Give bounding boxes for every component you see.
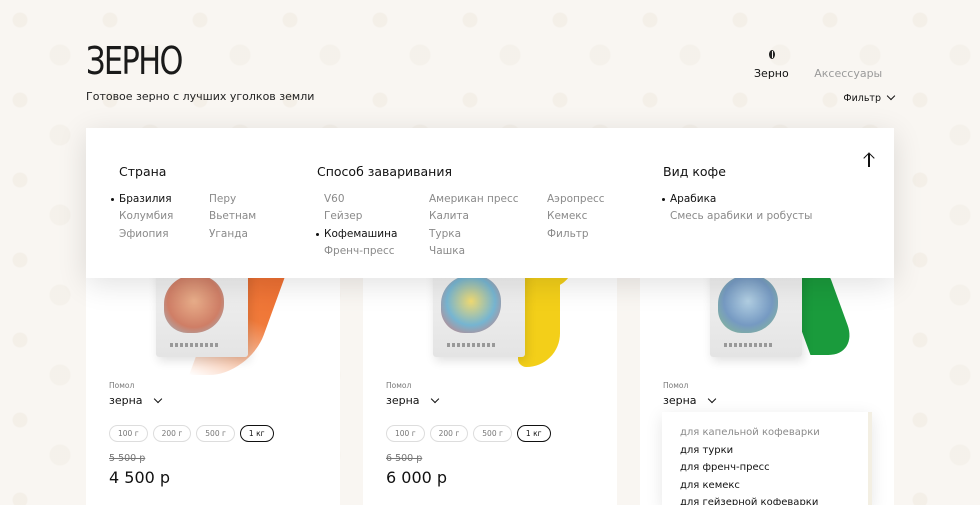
arrow-up-icon-head	[863, 152, 875, 164]
filter-panel: Страна Бразилия Колумбия Эфиопия Перу Вь…	[86, 128, 894, 278]
price: 6 000 р	[386, 468, 448, 487]
filter-option-colombia[interactable]: Колумбия	[111, 208, 173, 225]
weight-options: 100 г 200 г 500 г1 кг	[109, 421, 279, 442]
chevron-down-icon	[430, 394, 439, 404]
filter-group-coffee-type: Вид кофе Арабика Смесь арабики и робусты	[662, 164, 812, 222]
filter-group-brew-method: Способ заваривания V60 Гейзер Кофемашина…	[316, 164, 605, 257]
grind-option-geyser[interactable]: для гейзерной кофеварки	[662, 494, 868, 505]
filter-group-title: Вид кофе	[663, 164, 726, 179]
filter-option-arabica[interactable]: Арабика	[662, 191, 812, 208]
chevron-down-icon	[707, 394, 716, 404]
old-price: 6 500 р	[386, 453, 423, 464]
tab-accessories[interactable]: Аксессуары	[814, 67, 882, 80]
filter-option-vietnam[interactable]: Вьетнам	[201, 208, 256, 225]
page-title: ЗЕРНО	[86, 39, 183, 83]
tab-beans[interactable]: Зерно	[754, 67, 789, 80]
old-price: 5 500 р	[109, 453, 146, 464]
filter-option-turka[interactable]: Турка	[421, 226, 519, 243]
grind-option-french-press[interactable]: для френч-пресс	[662, 459, 868, 477]
grind-dropdown-list: для капельной кофеварки для турки для фр…	[662, 412, 872, 505]
coffee-bag-image	[710, 265, 802, 357]
nav-tabs: Зерно Аксессуары	[754, 67, 904, 80]
grind-label: Помол	[386, 381, 412, 390]
product-card[interactable]: Помол зерна 100 г 200 г 500 г1 кг 6 500 р …	[363, 255, 617, 505]
filter-option-geyser[interactable]: Гейзер	[316, 208, 397, 225]
filter-option-arabica-robusta-blend[interactable]: Смесь арабики и робусты	[662, 208, 812, 225]
filter-option-v60[interactable]: V60	[316, 191, 397, 208]
grind-label: Помол	[663, 381, 689, 390]
coffee-bean-icon	[769, 50, 775, 59]
filter-option-ethiopia[interactable]: Эфиопия	[111, 226, 173, 243]
weight-option-500g[interactable]: 500 г	[196, 425, 235, 442]
filter-option-cup[interactable]: Чашка	[421, 243, 519, 260]
coffee-bag-image	[156, 265, 248, 357]
filter-option-filter[interactable]: Фильтр	[539, 226, 605, 243]
grind-option-drip[interactable]: для капельной кофеварки	[662, 424, 868, 442]
filter-option-french-press[interactable]: Френч-пресс	[316, 243, 397, 260]
page-subtitle: Готовое зерно с лучших уголков земли	[86, 90, 315, 103]
filter-toggle-label: Фильтр	[843, 93, 881, 104]
filter-option-peru[interactable]: Перу	[201, 191, 256, 208]
weight-option-200g[interactable]: 200 г	[429, 425, 469, 442]
weight-option-200g[interactable]: 200 г	[152, 425, 192, 442]
filter-group-title: Страна	[119, 164, 167, 179]
filter-option-chemex[interactable]: Кемекс	[539, 208, 605, 225]
filter-option-brazil[interactable]: Бразилия	[111, 191, 173, 208]
coffee-bag-image	[433, 265, 525, 357]
filter-group-title: Способ заваривания	[317, 164, 452, 179]
filter-option-american-press[interactable]: Американ пресс	[421, 191, 519, 208]
filter-option-kalita[interactable]: Калита	[421, 208, 519, 225]
chevron-down-icon	[886, 91, 896, 101]
grind-select[interactable]: зерна	[109, 394, 162, 407]
grind-value: зерна	[109, 394, 143, 407]
filter-toggle-button[interactable]: Фильтр	[843, 91, 896, 104]
filter-group-country: Страна Бразилия Колумбия Эфиопия Перу Вь…	[111, 164, 256, 240]
weight-options: 100 г 200 г 500 г1 кг	[386, 421, 556, 442]
price: 4 500 р	[109, 468, 171, 487]
grind-option-turka[interactable]: для турки	[662, 442, 868, 460]
filter-option-uganda[interactable]: Уганда	[201, 226, 256, 243]
weight-option-100g[interactable]: 100 г	[386, 425, 425, 442]
brand-header: ЗЕРНО Готовое зерно с лучших уголков зем…	[86, 40, 314, 103]
filter-option-espresso-machine[interactable]: Кофемашина	[316, 226, 397, 243]
weight-option-500g[interactable]: 500 г	[473, 425, 512, 442]
grind-select[interactable]: зерна	[386, 394, 439, 407]
product-card[interactable]: Помол зерна 100 г 200 г 500 г1 кг 5 500 р …	[86, 255, 340, 505]
chevron-down-icon	[153, 394, 162, 404]
weight-option-1kg[interactable]: 1 кг	[516, 425, 551, 442]
weight-option-1kg[interactable]: 1 кг	[239, 425, 274, 442]
filter-option-aeropress[interactable]: Аэропресс	[539, 191, 605, 208]
grind-option-chemex[interactable]: для кемекс	[662, 477, 868, 495]
weight-option-100g[interactable]: 100 г	[109, 425, 148, 442]
grind-label: Помол	[109, 381, 135, 390]
grind-value: зерна	[663, 394, 697, 407]
grind-select[interactable]: зерна	[663, 394, 716, 407]
grind-value: зерна	[386, 394, 420, 407]
collapse-filter-button[interactable]	[862, 152, 876, 168]
